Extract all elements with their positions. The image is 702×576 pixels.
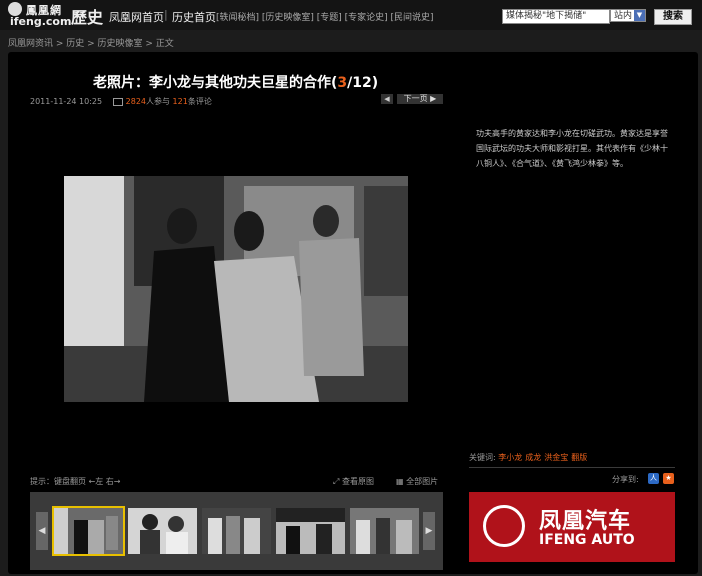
keyboard-hint: 提示：键盘翻页 ←左 右→ <box>30 477 121 486</box>
share-renren-icon[interactable]: 人 <box>648 473 659 484</box>
view-original-link[interactable]: ⤢ 查看原图 <box>333 476 374 487</box>
participants-label: 人参与 <box>146 97 170 106</box>
article-datetime: 2011-11-24 10:25 <box>30 97 103 106</box>
page-total: /12 <box>347 75 372 91</box>
site-select-value: 站内 <box>614 11 633 21</box>
search-input[interactable] <box>502 9 610 24</box>
nav-ifeng-home[interactable]: 凤凰网首页 <box>109 9 164 25</box>
prev-page-button[interactable]: ◀ <box>381 94 393 104</box>
article-meta: 2011-11-24 10:25 2824人参与 121条评论 <box>30 96 212 107</box>
thumbnail-image <box>202 508 271 554</box>
comments-count[interactable]: 121 <box>173 97 188 106</box>
thumbnail-image <box>54 508 123 554</box>
chevron-down-icon[interactable]: ▼ <box>634 10 645 21</box>
page-title: 老照片：李小龙与其他功夫巨星的合作(3/12) <box>93 75 379 91</box>
share-star-icon[interactable]: ★ <box>663 473 674 484</box>
nav-separator: | <box>164 8 168 21</box>
page-current: 3 <box>337 75 348 91</box>
thumbnail-image <box>128 508 197 554</box>
view-original-label: 查看原图 <box>341 477 374 486</box>
thumbnail-3[interactable] <box>202 508 271 554</box>
keyword-link[interactable]: 成龙 <box>525 453 541 462</box>
thumbnail-image <box>350 508 419 554</box>
thumbnail-1[interactable] <box>52 506 125 556</box>
ifeng-auto-logo-icon <box>483 505 525 547</box>
all-pictures-link[interactable]: ▦ 全部图片 <box>396 476 438 487</box>
ad-title-en: IFENG AUTO <box>539 532 635 548</box>
keyword-link[interactable]: 翻版 <box>571 453 587 462</box>
thumbnail-5[interactable] <box>350 508 419 554</box>
top-bar: 鳳凰網 ifeng.com 歷史 凤凰网首页 | 历史首页 [轶闻秘档] [历史… <box>0 0 702 30</box>
ifeng-auto-ad[interactable]: 凤凰汽车 IFENG AUTO <box>469 492 675 562</box>
phoenix-icon <box>8 2 22 16</box>
thumbnail-4[interactable] <box>276 508 345 554</box>
photo-image <box>64 176 408 402</box>
sub-nav[interactable]: [轶闻秘档] [历史映像室] [专题] [专家论史] [民间说史] <box>216 10 434 23</box>
share-label: 分享到: <box>612 475 639 484</box>
search-button[interactable]: 搜索 <box>654 9 692 25</box>
thumbnail-strip: ◀ ▶ <box>30 492 443 570</box>
keywords-label: 关键词: <box>469 453 496 462</box>
next-page-label: 下一页 <box>403 94 428 103</box>
breadcrumb[interactable]: 凤凰网资讯 > 历史 > 历史映像室 > 正文 <box>8 36 174 49</box>
participants-count[interactable]: 2824 <box>126 97 146 106</box>
thumbnail-image <box>276 508 345 554</box>
next-page-button[interactable]: 下一页 ▶ <box>397 94 443 104</box>
site-select[interactable]: 站内 ▼ <box>610 9 646 22</box>
title-text: 老照片：李小龙与其他功夫巨星的合作 <box>93 75 331 91</box>
ad-title-cn: 凤凰汽车 <box>539 509 632 534</box>
keyword-link[interactable]: 洪金宝 <box>544 453 568 462</box>
photo-caption: 功夫高手的黄家达和李小龙在切磋武功。黄家达是享誉国际武坛的功夫大师和影视打星。其… <box>476 129 668 168</box>
keywords: 关键词: 李小龙 成龙 洪金宝 翻版 <box>469 452 590 463</box>
nav-history-home[interactable]: 历史首页 <box>172 9 216 25</box>
thumbnail-2[interactable] <box>128 508 197 554</box>
ifeng-logo[interactable]: 鳳凰網 ifeng.com <box>8 2 72 28</box>
comment-icon <box>112 97 123 106</box>
strip-next-arrow[interactable]: ▶ <box>423 512 435 550</box>
channel-title[interactable]: 歷史 <box>71 4 103 28</box>
keyword-link[interactable]: 李小龙 <box>498 453 522 462</box>
main-photo[interactable] <box>64 176 408 402</box>
logo-en: ifeng.com <box>10 15 72 28</box>
divider <box>469 467 675 468</box>
all-pictures-label: 全部图片 <box>406 477 439 486</box>
strip-prev-arrow[interactable]: ◀ <box>36 512 48 550</box>
comments-label: 条评论 <box>187 97 212 106</box>
